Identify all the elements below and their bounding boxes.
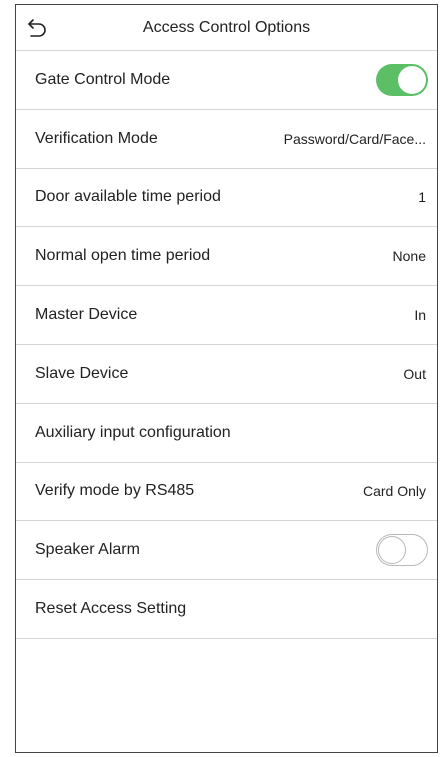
- option-verification-mode[interactable]: Verification Mode Password/Card/Face...: [16, 110, 437, 169]
- option-master-device[interactable]: Master Device In: [16, 286, 437, 345]
- option-normal-open-time-period[interactable]: Normal open time period None: [16, 227, 437, 287]
- option-slave-device[interactable]: Slave Device Out: [16, 345, 437, 404]
- option-label: Reset Access Setting: [35, 600, 187, 618]
- device-screen: Access Control Options Gate Control Mode…: [15, 4, 438, 753]
- gate-control-mode-toggle[interactable]: [376, 63, 428, 96]
- option-label: Verify mode by RS485: [35, 482, 195, 500]
- option-label: Auxiliary input configuration: [35, 423, 231, 441]
- options-list: Gate Control Mode Verification Mode Pass…: [16, 51, 437, 639]
- option-label: Verification Mode: [35, 129, 158, 147]
- option-reset-access-setting[interactable]: Reset Access Setting: [16, 580, 437, 639]
- option-label: Door available time period: [35, 188, 221, 206]
- option-door-available-time-period[interactable]: Door available time period 1: [16, 169, 437, 228]
- back-arrow-icon[interactable]: [26, 17, 48, 39]
- option-gate-control-mode[interactable]: Gate Control Mode: [16, 51, 437, 110]
- page-title: Access Control Options: [142, 18, 311, 36]
- option-label: Speaker Alarm: [35, 541, 140, 559]
- option-label: Master Device: [35, 306, 138, 324]
- option-value: Password/Card/Face...: [283, 130, 426, 147]
- option-verify-mode-by-rs485[interactable]: Verify mode by RS485 Card Only: [16, 463, 437, 522]
- speaker-alarm-toggle[interactable]: [376, 534, 428, 567]
- option-value: 1: [418, 189, 426, 206]
- option-label: Gate Control Mode: [35, 70, 171, 88]
- option-value: None: [392, 248, 426, 265]
- option-value: Card Only: [362, 483, 426, 500]
- toggle-knob: [398, 65, 426, 94]
- option-label: Normal open time period: [35, 247, 211, 265]
- toggle-knob: [378, 536, 406, 565]
- option-speaker-alarm[interactable]: Speaker Alarm: [16, 521, 437, 581]
- option-auxiliary-input-configuration[interactable]: Auxiliary input configuration: [16, 404, 437, 463]
- header-bar: Access Control Options: [16, 5, 437, 51]
- option-label: Slave Device: [35, 364, 129, 382]
- option-value: Out: [403, 365, 426, 382]
- option-value: In: [414, 307, 426, 324]
